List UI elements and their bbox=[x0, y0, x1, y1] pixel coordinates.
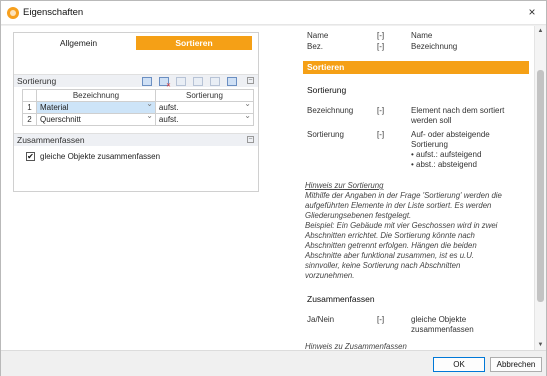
help-hint2-block: Hinweis zu Zusammenfassen bbox=[305, 342, 527, 350]
help-hint-line: Abschnitten getrennt erfolgen. Hängen di… bbox=[305, 241, 477, 250]
collapse-icon[interactable]: – bbox=[247, 77, 254, 84]
help-hint-line: Abschnitte aber funktional zusammen, ist… bbox=[305, 251, 475, 260]
help-name-unit: [-] bbox=[377, 31, 385, 40]
table-settings-icon[interactable] bbox=[227, 77, 237, 86]
move-row-icon[interactable] bbox=[210, 77, 220, 86]
help-hint-line: Mithilfe der Angaben in der Frage 'Sorti… bbox=[305, 191, 502, 200]
tab-bar: Allgemein Sortieren bbox=[14, 33, 258, 53]
help-sortierung-unit: [-] bbox=[377, 130, 385, 139]
help-hint2-title: Hinweis zu Zusammenfassen bbox=[305, 342, 407, 350]
delete-row-icon[interactable] bbox=[159, 77, 171, 89]
section-sortierung-header[interactable]: Sortierung – bbox=[14, 74, 258, 89]
help-hint-line: vorzunehmen. bbox=[305, 271, 355, 280]
tab-allgemein[interactable]: Allgemein bbox=[26, 36, 131, 50]
scroll-down-icon[interactable]: ▼ bbox=[535, 340, 546, 350]
help-sortierung-desc: • aufst.: aufsteigend bbox=[411, 150, 482, 159]
help-sortierung-desc: • abst.: absteigend bbox=[411, 160, 477, 169]
tab-sortieren[interactable]: Sortieren bbox=[136, 36, 252, 50]
help-hint-line: sinnvoller, keine Sortierung nach Abschn… bbox=[305, 261, 461, 270]
row-number: 1 bbox=[22, 101, 37, 114]
help-hint-line: Beispiel: Ein Gebäude mit vier Geschosse… bbox=[305, 221, 498, 230]
help-bez-label: Bez. bbox=[307, 42, 324, 51]
help-janein-desc: gleiche Objekte bbox=[411, 315, 467, 324]
help-zus-heading: Zusammenfassen bbox=[307, 294, 375, 304]
help-bezeichnung-unit: [-] bbox=[377, 106, 385, 115]
zusammenfassen-checkbox-label[interactable]: gleiche Objekte zusammenfassen bbox=[40, 152, 160, 161]
title-bar: Eigenschaften × bbox=[1, 1, 546, 25]
window-title: Eigenschaften bbox=[23, 7, 84, 18]
row-number: 2 bbox=[22, 113, 37, 126]
help-section-band: Sortieren bbox=[303, 61, 529, 74]
close-button[interactable]: × bbox=[524, 4, 540, 20]
help-bez-desc: Bezeichnung bbox=[411, 42, 458, 51]
table-row[interactable]: 1 Material aufst. bbox=[22, 100, 255, 114]
app-icon bbox=[7, 7, 19, 19]
help-sort-heading: Sortierung bbox=[307, 85, 347, 95]
insert-row-icon[interactable] bbox=[142, 77, 152, 86]
help-name-desc: Name bbox=[411, 31, 433, 40]
paste-row-icon[interactable] bbox=[193, 77, 203, 86]
zusammenfassen-checkbox[interactable]: ✔ bbox=[26, 152, 35, 161]
help-hint-line: Gliederungsebenen festgelegt. bbox=[305, 211, 412, 220]
section-sortierung-label: Sortierung bbox=[17, 76, 57, 86]
properties-dialog: Eigenschaften × Allgemein Sortieren Sort… bbox=[0, 0, 547, 376]
help-janein-label: Ja/Nein bbox=[307, 315, 335, 324]
column-header-sortierung: Sortierung bbox=[154, 89, 255, 102]
scrollbar-thumb[interactable] bbox=[537, 70, 544, 302]
sort-table: Bezeichnung Sortierung 1 Material aufst.… bbox=[22, 89, 255, 126]
section-zusammenfassen-label: Zusammenfassen bbox=[17, 135, 85, 145]
help-bezeichnung-desc: Element nach dem sortiert bbox=[411, 106, 505, 115]
help-janein-desc: zusammenfassen bbox=[411, 325, 474, 334]
sortierung-dropdown[interactable]: aufst. bbox=[154, 100, 255, 114]
dialog-footer: OK Abbrechen bbox=[1, 350, 546, 376]
help-sortierung-desc: Auf- oder absteigende bbox=[411, 130, 490, 139]
help-sortierung-label: Sortierung bbox=[307, 130, 344, 139]
help-scrollbar[interactable]: ▲ ▼ bbox=[534, 26, 546, 350]
help-bezeichnung-label: Bezeichnung bbox=[307, 106, 354, 115]
table-row[interactable]: 2 Querschnitt aufst. bbox=[22, 112, 255, 126]
help-name-label: Name bbox=[307, 31, 329, 40]
help-hint-line: aufgeführten Elemente in der Liste sorti… bbox=[305, 201, 492, 210]
help-hint-block: Hinweis zur Sortierung Mithilfe der Anga… bbox=[305, 181, 527, 281]
help-bezeichnung-desc: werden soll bbox=[411, 116, 452, 125]
cancel-button[interactable]: Abbrechen bbox=[490, 357, 542, 372]
sortierung-dropdown[interactable]: aufst. bbox=[154, 112, 255, 126]
settings-panel: Allgemein Sortieren Sortierung – Bezeich… bbox=[13, 32, 259, 192]
help-janein-unit: [-] bbox=[377, 315, 385, 324]
help-sortierung-desc: Sortierung bbox=[411, 140, 448, 149]
help-panel: Name [-] Name Bez. [-] Bezeichnung Sorti… bbox=[301, 26, 531, 350]
ok-button[interactable]: OK bbox=[433, 357, 485, 372]
section-zusammenfassen-header[interactable]: Zusammenfassen – bbox=[14, 133, 258, 146]
copy-row-icon[interactable] bbox=[176, 77, 186, 86]
column-header-num bbox=[22, 89, 37, 102]
bezeichnung-dropdown[interactable]: Querschnitt bbox=[36, 112, 156, 126]
help-hint-title: Hinweis zur Sortierung bbox=[305, 181, 384, 190]
help-bez-unit: [-] bbox=[377, 42, 385, 51]
column-header-bezeichnung: Bezeichnung bbox=[36, 89, 156, 102]
scroll-up-icon[interactable]: ▲ bbox=[535, 26, 546, 36]
collapse-icon[interactable]: – bbox=[247, 136, 254, 143]
help-hint-line: Abschnitten errichtet. Die Sortierung kö… bbox=[305, 231, 475, 240]
dialog-content: Allgemein Sortieren Sortierung – Bezeich… bbox=[1, 26, 546, 350]
bezeichnung-dropdown[interactable]: Material bbox=[36, 100, 156, 114]
